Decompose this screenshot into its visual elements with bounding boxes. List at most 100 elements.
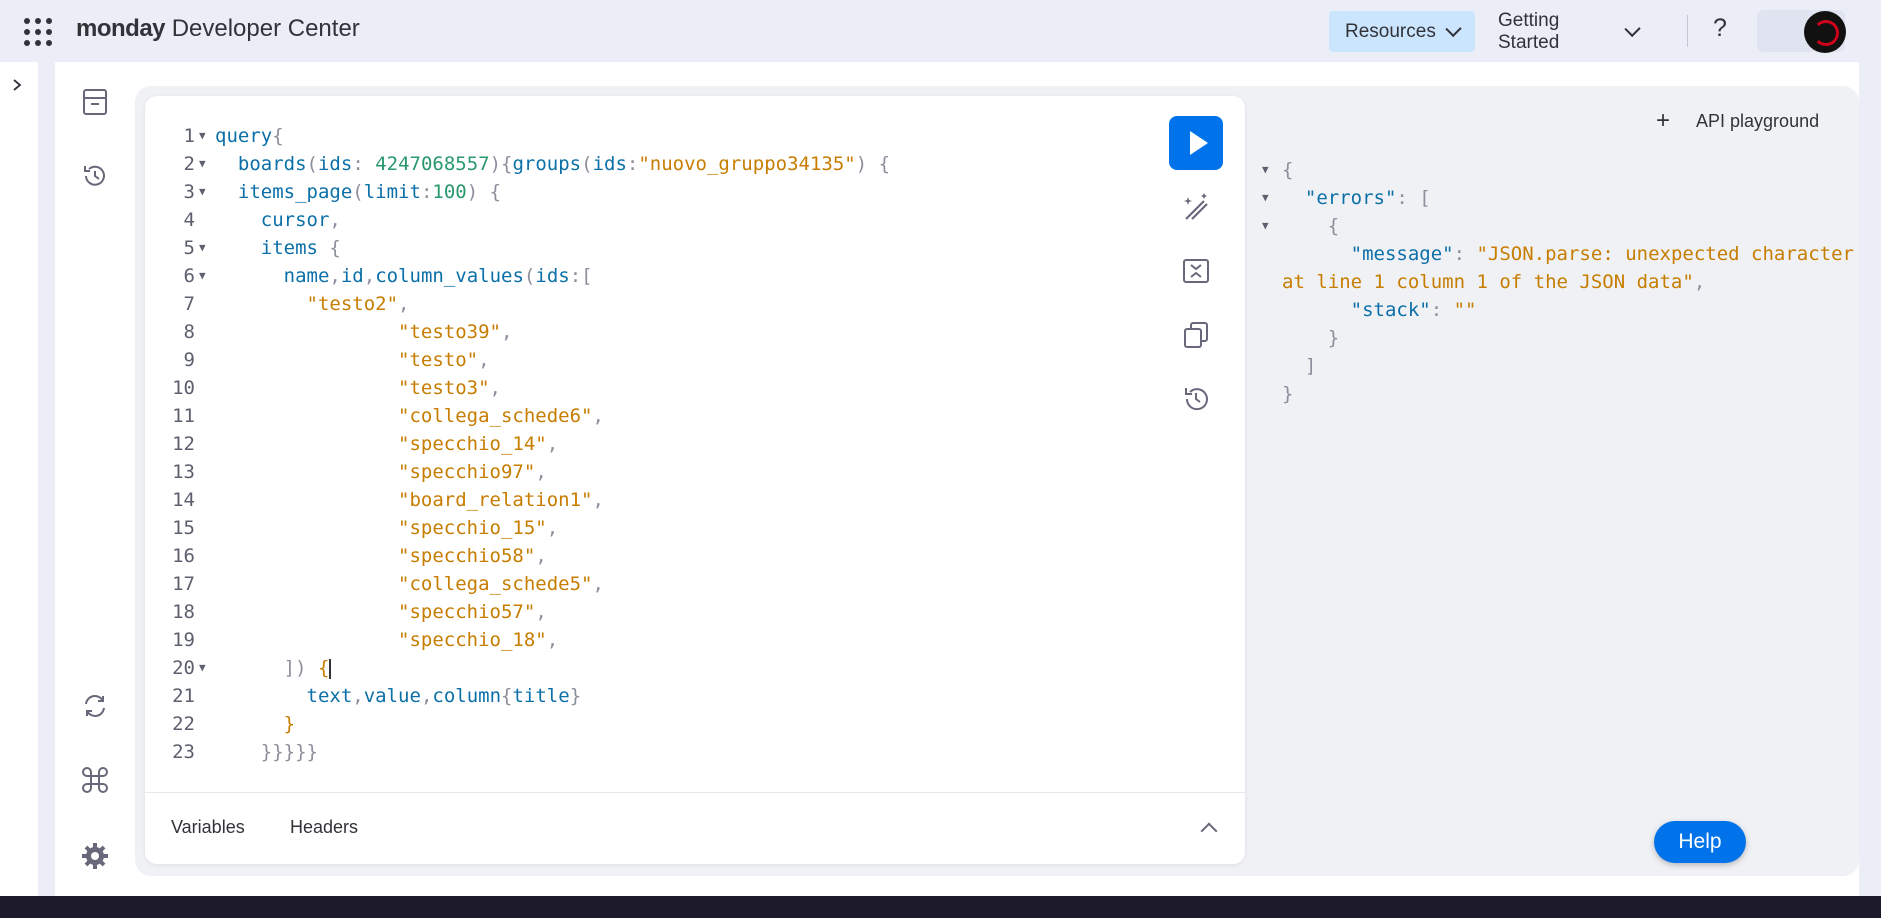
collapse-icon [1183, 259, 1209, 283]
line-number: 10 [172, 377, 195, 399]
code-token: "testo2" [306, 293, 399, 315]
fold-arrow-icon[interactable]: ▼ [199, 654, 206, 682]
code-token: limit [363, 181, 421, 203]
result-token: } [1327, 327, 1340, 349]
code-token: column [432, 685, 502, 707]
result-token: at line 1 column 1 of the JSON data" [1282, 271, 1694, 293]
plus-icon[interactable]: + [1656, 107, 1670, 135]
fold-arrow-icon[interactable]: ▼ [1262, 212, 1269, 240]
code-token: , [329, 265, 341, 287]
chevron-down-icon [1445, 20, 1462, 38]
code-token: :[ [569, 265, 593, 287]
code-token: 4247068557 [375, 153, 490, 175]
code-token: cursor [260, 209, 330, 231]
fold-arrow-icon[interactable]: ▼ [1262, 184, 1269, 212]
line-number: 17 [172, 573, 195, 595]
brand-title[interactable]: monday Developer Center [76, 15, 360, 43]
code-token: "board_relation1" [398, 489, 593, 511]
code-token: "testo" [398, 349, 479, 371]
code-token: : [626, 153, 639, 175]
code-token: { [272, 125, 284, 147]
code-token: , [352, 685, 364, 707]
code-token: , [546, 517, 559, 539]
tab-variables[interactable]: Variables [171, 817, 245, 838]
code-token: , [478, 349, 490, 371]
question-icon[interactable]: ? [1713, 14, 1727, 43]
fold-arrow-icon[interactable]: ▼ [1262, 156, 1269, 184]
getting-started-menu-button[interactable]: Getting Started [1482, 10, 1654, 53]
query-editor[interactable]: 1 ▼ query{ 2 ▼ boards(ids: 4247068557){grou… [145, 122, 1145, 766]
line-number: 23 [172, 741, 195, 763]
command-icon[interactable] [79, 764, 111, 796]
code-token: "specchio97" [398, 461, 536, 483]
code-line: 22 } [145, 710, 1145, 738]
query-editor-panel: 1 ▼ query{ 2 ▼ boards(ids: 4247068557){grou… [145, 96, 1245, 864]
code-token: , [489, 377, 501, 399]
code-token: , [329, 209, 341, 231]
avatar[interactable] [1804, 11, 1846, 53]
query-history-button[interactable] [1176, 379, 1216, 419]
code-token: "specchio58" [398, 545, 536, 567]
code-token: , [592, 573, 604, 595]
run-query-button[interactable] [1169, 116, 1223, 170]
code-token: , [535, 461, 547, 483]
line-number: 18 [172, 601, 195, 623]
code-token: { [317, 237, 341, 259]
result-token: { [1282, 159, 1294, 181]
history-icon[interactable] [79, 160, 111, 192]
code-token: ( [352, 181, 364, 203]
refresh-icon[interactable] [79, 690, 111, 722]
merge-fragments-button[interactable] [1176, 251, 1216, 291]
resources-label: Resources [1345, 20, 1436, 42]
code-token: "testo3" [398, 377, 490, 399]
chevron-down-icon [1624, 20, 1641, 38]
settings-icon[interactable] [79, 840, 111, 872]
history-icon [1185, 388, 1208, 411]
prettify-button[interactable] [1176, 187, 1216, 227]
code-token: ( [523, 265, 536, 287]
code-token: title [512, 685, 570, 707]
archive-icon[interactable] [79, 86, 111, 118]
fold-arrow-icon[interactable]: ▼ [199, 122, 206, 150]
line-number: 22 [172, 713, 195, 735]
help-button[interactable]: Help [1654, 821, 1746, 863]
line-number: 15 [172, 517, 195, 539]
code-line: 10 "testo3", [145, 374, 1145, 402]
line-number: 7 [183, 293, 195, 315]
result-token: } [1282, 383, 1294, 405]
code-token: ids [535, 265, 570, 287]
fold-arrow-icon[interactable]: ▼ [199, 262, 206, 290]
result-token: ] [1304, 355, 1317, 377]
code-token: text [306, 685, 353, 707]
code-token: , [420, 685, 433, 707]
code-token: query [215, 125, 273, 147]
result-token: : [1430, 299, 1454, 321]
code-token: : [420, 181, 433, 203]
code-token: "collega_schede6" [398, 405, 593, 427]
code-token: "collega_schede5" [398, 573, 593, 595]
code-token: "specchio57" [398, 601, 536, 623]
fold-arrow-icon[interactable]: ▼ [199, 178, 206, 206]
code-token: items_page [237, 181, 353, 203]
result-token: , [1693, 271, 1706, 293]
code-line: 4 cursor, [145, 206, 1145, 234]
line-number: 1 [183, 125, 195, 147]
code-token: ]) [283, 657, 318, 679]
code-token: , [535, 545, 547, 567]
sidebar-toggle-icon[interactable] [10, 76, 28, 94]
fold-arrow-icon[interactable]: ▼ [199, 234, 206, 262]
line-number: 20 [172, 657, 195, 679]
tab-headers[interactable]: Headers [290, 817, 358, 838]
code-token: } [569, 685, 582, 707]
line-number: 16 [172, 545, 195, 567]
copy-icon [1184, 322, 1208, 348]
result-token: : [1453, 243, 1477, 265]
line-number: 11 [172, 405, 195, 427]
code-token: } [283, 713, 296, 735]
fold-arrow-icon[interactable]: ▼ [199, 150, 206, 178]
copy-query-button[interactable] [1176, 315, 1216, 355]
line-number: 13 [172, 461, 195, 483]
chevron-up-icon[interactable] [1200, 822, 1218, 840]
apps-grid-icon[interactable] [24, 18, 52, 46]
resources-menu-button[interactable]: Resources [1329, 11, 1475, 52]
